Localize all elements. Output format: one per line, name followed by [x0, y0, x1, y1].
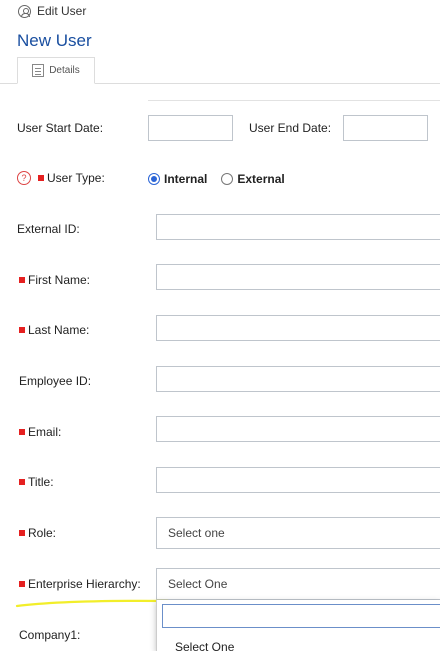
enterprise-hierarchy-select-value: Select One — [168, 577, 228, 591]
last-name-label-text: Last Name: — [28, 323, 90, 337]
employee-id-label-text: Employee ID: — [19, 374, 92, 388]
end-date-input[interactable] — [343, 115, 428, 141]
title-input[interactable] — [156, 467, 440, 493]
last-name-input[interactable] — [156, 315, 440, 341]
first-name-label-text: First Name: — [28, 273, 91, 287]
tab-details-label: Details — [49, 65, 80, 76]
start-date-label-text: User Start Date: — [17, 121, 104, 135]
tab-details[interactable]: Details — [17, 57, 95, 84]
title-label-text: Title: — [28, 475, 54, 489]
enterprise-hierarchy-select[interactable]: Select One — [156, 568, 440, 600]
required-marker-icon — [19, 429, 25, 435]
document-icon — [32, 64, 45, 77]
dropdown-search-input[interactable] — [162, 604, 440, 628]
enterprise-hierarchy-label-text: Enterprise Hierarchy: — [28, 577, 141, 591]
first-name-input[interactable] — [156, 264, 440, 290]
external-id-label: External ID: — [17, 222, 80, 236]
title-label: Title: — [19, 475, 54, 489]
email-label: Email: — [19, 425, 61, 439]
radio-external-button[interactable] — [221, 173, 234, 185]
required-marker-icon — [38, 175, 44, 181]
enterprise-hierarchy-label: Enterprise Hierarchy: — [19, 577, 141, 591]
start-date-input[interactable] — [148, 115, 233, 141]
end-date-label: User End Date: — [249, 121, 331, 135]
radio-internal[interactable]: Internal — [148, 172, 207, 186]
employee-id-input[interactable] — [156, 366, 440, 392]
enterprise-hierarchy-dropdown: Select One — [156, 600, 440, 651]
role-select[interactable]: Select one — [156, 517, 440, 549]
start-date-label: User Start Date: — [17, 121, 103, 135]
user-type-label: ? User Type: — [17, 171, 105, 185]
radio-internal-label: Internal — [164, 172, 208, 186]
breadcrumb: Edit User — [18, 4, 86, 18]
user-type-radio-group: Internal External — [148, 172, 299, 186]
user-icon — [18, 4, 31, 18]
employee-id-label: Employee ID: — [19, 374, 91, 388]
radio-external-label: External — [237, 172, 285, 186]
user-type-label-text: User Type: — [47, 171, 105, 185]
role-select-value: Select one — [168, 526, 225, 540]
radio-external[interactable]: External — [221, 172, 285, 186]
dropdown-option[interactable]: Select One — [175, 640, 234, 651]
radio-internal-button[interactable] — [148, 173, 160, 185]
external-id-input[interactable] — [156, 214, 440, 240]
role-label-text: Role: — [28, 526, 57, 540]
external-id-label-text: External ID: — [17, 222, 80, 236]
email-label-text: Email: — [28, 425, 62, 439]
required-marker-icon — [19, 581, 25, 587]
required-marker-icon — [19, 479, 25, 485]
last-name-label: Last Name: — [19, 323, 89, 337]
page-title: New User — [17, 31, 92, 50]
highlight-annotation — [15, 599, 170, 608]
required-marker-icon — [19, 277, 25, 283]
required-marker-icon — [19, 530, 25, 536]
required-marker-icon — [19, 327, 25, 333]
end-date-label-text: User End Date: — [249, 121, 332, 135]
company1-label: Company1: — [19, 628, 80, 642]
panel-divider — [148, 100, 440, 101]
company1-label-text: Company1: — [19, 628, 81, 642]
role-label: Role: — [19, 526, 56, 540]
breadcrumb-label: Edit User — [37, 4, 87, 18]
email-input[interactable] — [156, 416, 440, 442]
first-name-label: First Name: — [19, 273, 90, 287]
help-icon[interactable]: ? — [17, 171, 31, 185]
